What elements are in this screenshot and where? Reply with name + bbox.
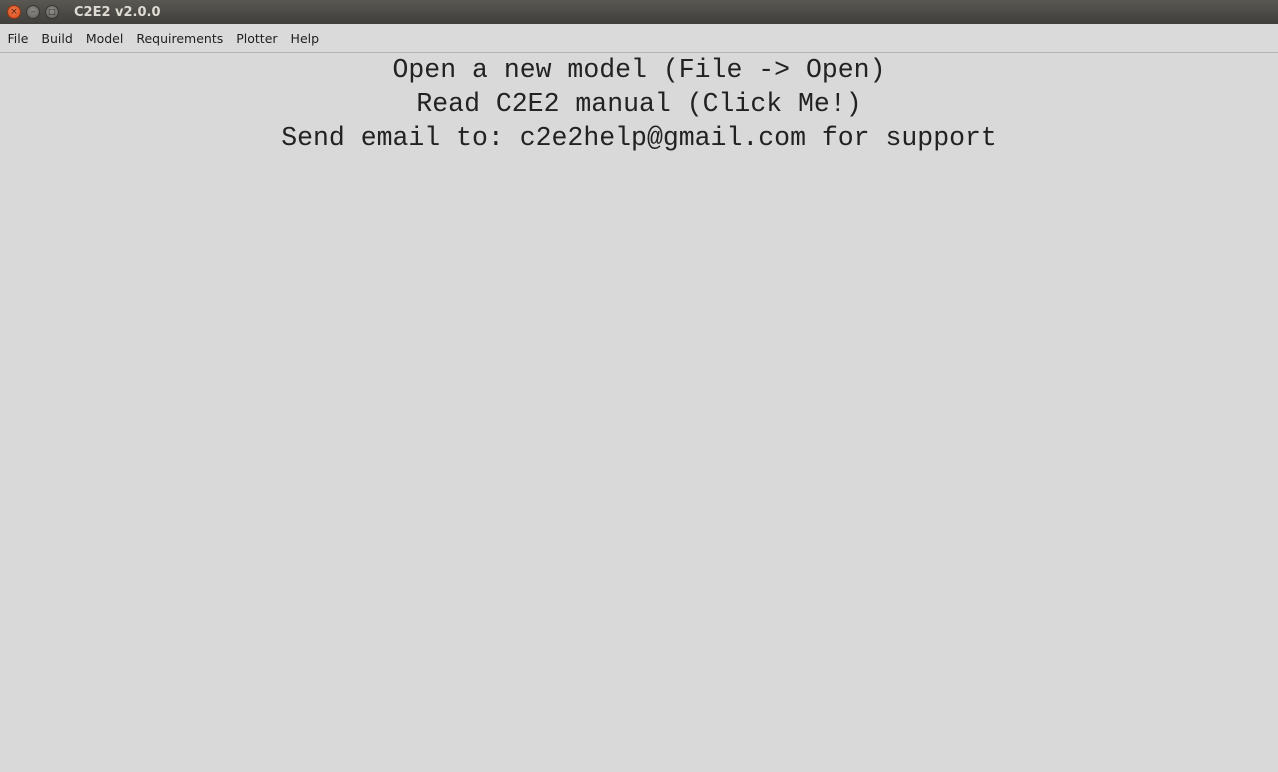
maximize-window-button[interactable]: □ — [45, 5, 59, 19]
menu-plotter[interactable]: Plotter — [230, 31, 284, 46]
close-icon: × — [10, 6, 18, 17]
menu-build[interactable]: Build — [35, 31, 79, 46]
minimize-icon: – — [30, 6, 36, 17]
window-title: C2E2 v2.0.0 — [74, 4, 161, 20]
open-model-hint: Open a new model (File -> Open) — [392, 55, 886, 85]
title-bar[interactable]: × – □ C2E2 v2.0.0 — [0, 0, 1278, 24]
menu-requirements[interactable]: Requirements — [130, 31, 230, 46]
minimize-window-button[interactable]: – — [26, 5, 40, 19]
support-email-text: Send email to: c2e2help@gmail.com for su… — [281, 123, 997, 153]
menu-help[interactable]: Help — [284, 31, 326, 46]
welcome-panel: Open a new model (File -> Open) Read C2E… — [0, 53, 1278, 772]
app-window: × – □ C2E2 v2.0.0 File Build Model Requi… — [0, 0, 1278, 772]
maximize-icon: □ — [48, 7, 56, 16]
manual-link[interactable]: Read C2E2 manual (Click Me!) — [0, 87, 1278, 121]
menu-file[interactable]: File — [1, 31, 35, 46]
close-window-button[interactable]: × — [7, 5, 21, 19]
menu-bar: File Build Model Requirements Plotter He… — [0, 24, 1278, 53]
menu-model[interactable]: Model — [79, 31, 130, 46]
